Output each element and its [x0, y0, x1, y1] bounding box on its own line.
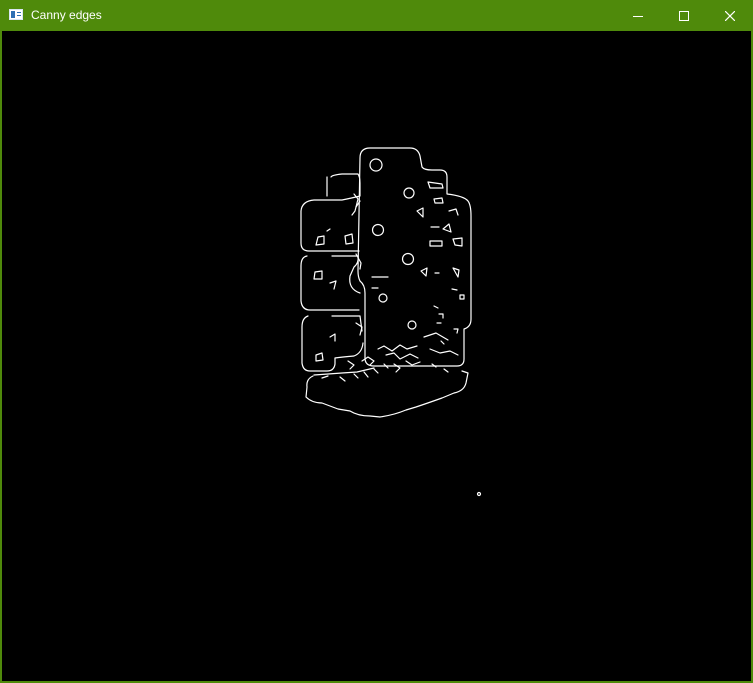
close-button[interactable] — [707, 0, 753, 31]
title-bar[interactable]: Canny edges — [0, 0, 753, 31]
edge-map-image — [300, 147, 482, 497]
close-icon — [725, 10, 735, 21]
app-window: Canny edges — [0, 0, 753, 683]
minimize-icon — [633, 15, 643, 17]
maximize-button[interactable] — [661, 0, 707, 31]
minimize-button[interactable] — [615, 0, 661, 31]
maximize-icon — [679, 10, 689, 21]
app-window-icon — [9, 9, 23, 20]
window-title: Canny edges — [31, 8, 102, 22]
edge-canvas — [2, 31, 751, 681]
